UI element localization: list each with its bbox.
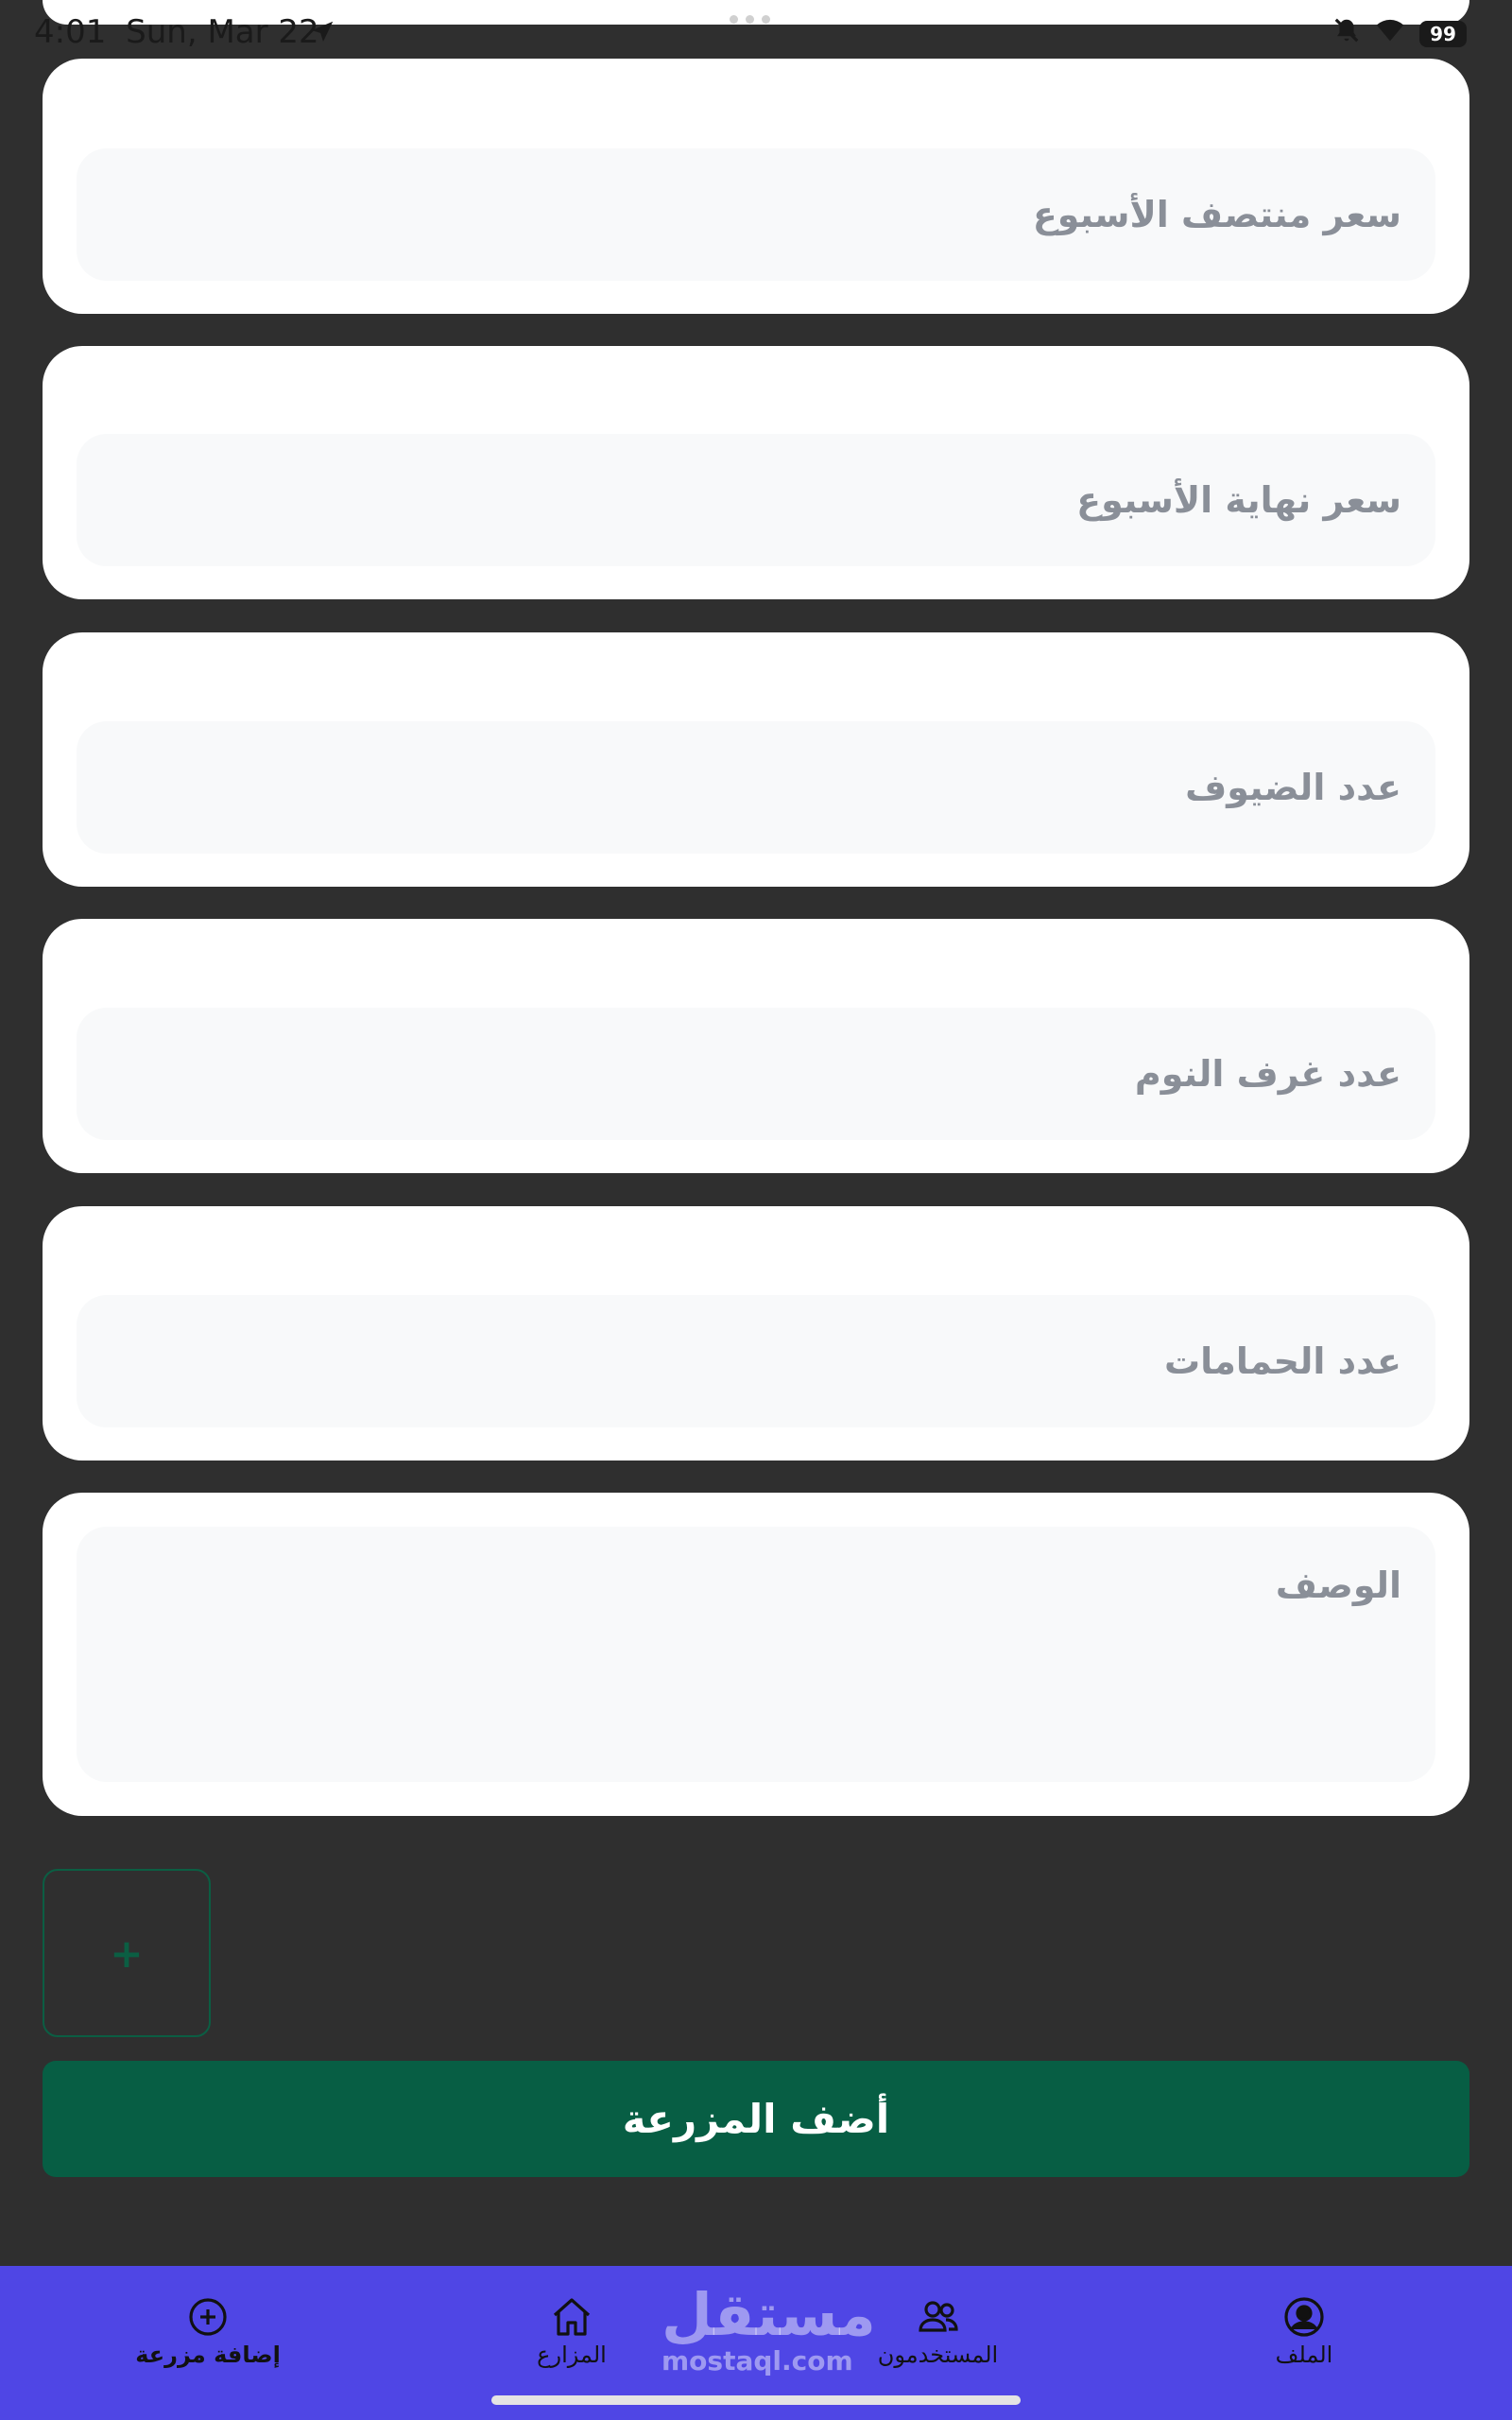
add-image-button[interactable]: + <box>43 1869 211 2037</box>
weekend-price-input[interactable]: سعر نهاية الأسبوع <box>77 434 1435 566</box>
mostaql-watermark-logo: مستقل mostaql.com <box>662 2280 876 2377</box>
status-time: 4:01 <box>34 13 107 51</box>
nav-item-add-farm[interactable]: إضافة مزرعة <box>123 2294 293 2368</box>
nav-item-profile[interactable]: الملف <box>1247 2294 1361 2368</box>
bathrooms-count-placeholder: عدد الحمامات <box>1163 1340 1401 1382</box>
users-icon <box>918 2301 958 2332</box>
home-indicator[interactable] <box>491 2395 1021 2405</box>
weekend-price-placeholder: سعر نهاية الأسبوع <box>1076 479 1401 521</box>
multitasking-dots-icon[interactable] <box>730 15 770 24</box>
add-image-label: + <box>110 1929 144 1977</box>
status-date: Sun, Mar 22 <box>126 13 319 51</box>
home-icon <box>553 2298 591 2336</box>
status-bar: 4:01 Sun, Mar 22 99 <box>0 0 1512 59</box>
user-circle-icon <box>1284 2297 1324 2337</box>
bathrooms-count-input[interactable]: عدد الحمامات <box>77 1295 1435 1427</box>
plus-circle-icon <box>189 2298 227 2336</box>
bedrooms-count-card: عدد غرف النوم <box>43 919 1469 1173</box>
watermark-arabic: مستقل <box>662 2280 876 2349</box>
bedrooms-count-placeholder: عدد غرف النوم <box>1134 1053 1401 1095</box>
weekend-price-card: سعر نهاية الأسبوع <box>43 346 1469 599</box>
submit-label: أضف المزرعة <box>622 2096 890 2142</box>
battery-icon: 99 <box>1419 21 1467 47</box>
guests-count-input[interactable]: عدد الضيوف <box>77 721 1435 854</box>
nav-item-farms[interactable]: المزارع <box>506 2294 638 2368</box>
wifi-icon <box>1374 15 1406 53</box>
description-placeholder: الوصف <box>1275 1564 1401 1606</box>
guests-count-placeholder: عدد الضيوف <box>1185 767 1401 808</box>
nav-label-profile: الملف <box>1275 2342 1333 2368</box>
watermark-english: mostaql.com <box>662 2345 853 2377</box>
description-textarea[interactable]: الوصف <box>77 1527 1435 1782</box>
bedrooms-count-input[interactable]: عدد غرف النوم <box>77 1008 1435 1140</box>
bathrooms-count-card: عدد الحمامات <box>43 1206 1469 1461</box>
guests-count-card: عدد الضيوف <box>43 632 1469 887</box>
nav-label-users: المستخدمون <box>877 2342 999 2368</box>
location-arrow-icon <box>308 17 336 55</box>
nav-label-farms: المزارع <box>537 2342 607 2368</box>
description-card: الوصف <box>43 1493 1469 1816</box>
nav-label-add-farm: إضافة مزرعة <box>135 2342 281 2368</box>
midweek-price-input[interactable]: سعر منتصف الأسبوع <box>77 148 1435 281</box>
midweek-price-card: سعر منتصف الأسبوع <box>43 59 1469 314</box>
mute-bell-icon <box>1332 15 1361 53</box>
nav-item-users[interactable]: المستخدمون <box>860 2294 1016 2368</box>
add-farm-submit-button[interactable]: أضف المزرعة <box>43 2061 1469 2177</box>
midweek-price-placeholder: سعر منتصف الأسبوع <box>1032 194 1401 235</box>
